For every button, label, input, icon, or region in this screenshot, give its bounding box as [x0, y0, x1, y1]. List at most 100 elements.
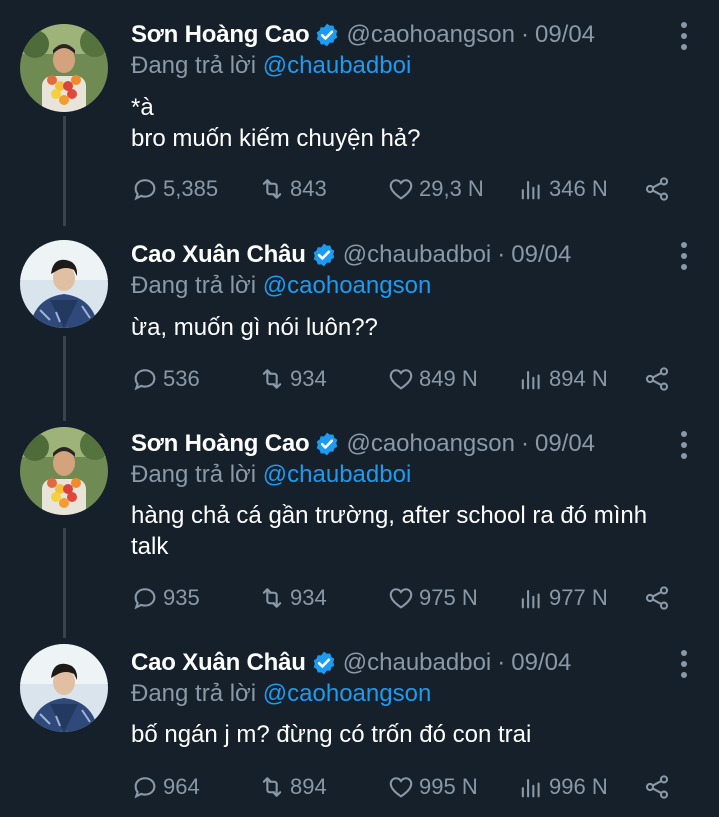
- verified-badge-icon: [314, 22, 340, 48]
- retweet-count: 894: [290, 774, 327, 799]
- reply-count: 964: [163, 774, 200, 799]
- heart-icon: [389, 179, 413, 200]
- tweet-text-line: hàng chả cá gần trường, after school ra …: [131, 502, 648, 529]
- tweet-text-line: bro muốn kiếm chuyện hả?: [131, 125, 421, 152]
- tweet-date[interactable]: 09/04: [535, 430, 595, 458]
- views-button[interactable]: 996 N: [517, 772, 608, 802]
- avatar[interactable]: [20, 240, 108, 328]
- son-avatar-image: [20, 24, 108, 112]
- verified-badge-icon: [311, 650, 337, 676]
- reply-button[interactable]: 536: [131, 364, 200, 394]
- tweet-date[interactable]: 09/04: [511, 649, 571, 677]
- reply-button[interactable]: 5,385: [131, 174, 218, 204]
- retweet-icon: [262, 179, 282, 199]
- share-button[interactable]: [643, 583, 675, 613]
- mention-link[interactable]: @caohoangson: [263, 680, 432, 707]
- like-button[interactable]: 975 N: [387, 583, 478, 613]
- separator-dot: ·: [520, 430, 529, 457]
- retweet-button[interactable]: 934: [258, 364, 327, 394]
- tweet[interactable]: Sơn Hoàng Cao @caohoangson · 09/04 Đang …: [0, 427, 719, 629]
- mention-link[interactable]: @chaubadboi: [263, 52, 411, 79]
- more-options-icon[interactable]: [679, 22, 689, 50]
- more-options-icon[interactable]: [679, 242, 689, 270]
- share-icon: [645, 177, 669, 201]
- retweet-icon: [262, 588, 282, 608]
- mention-link[interactable]: @chaubadboi: [263, 461, 411, 488]
- avatar[interactable]: [20, 644, 108, 732]
- reply-thread: Sơn Hoàng Cao @caohoangson · 09/04 Đang …: [0, 0, 719, 817]
- share-button[interactable]: [643, 772, 675, 802]
- retweet-icon: [262, 369, 282, 389]
- replying-to: Đang trả lời @chaubadboi: [131, 52, 411, 80]
- heart-icon: [389, 588, 413, 609]
- share-button[interactable]: [643, 174, 675, 204]
- mention-link[interactable]: @caohoangson: [263, 272, 432, 299]
- reply-button[interactable]: 935: [131, 583, 200, 613]
- retweet-button[interactable]: 934: [258, 583, 327, 613]
- reply-icon: [134, 179, 156, 201]
- replying-prefix: Đang trả lời: [131, 461, 257, 488]
- action-bar: 5,385 843 29,3 N 346 N: [131, 174, 691, 204]
- replying-prefix: Đang trả lời: [131, 52, 257, 79]
- tweet[interactable]: Cao Xuân Châu @chaubadboi · 09/04 Đang t…: [0, 240, 719, 410]
- views-icon: [521, 180, 540, 200]
- like-button[interactable]: 29,3 N: [387, 174, 484, 204]
- display-name[interactable]: Sơn Hoàng Cao: [131, 21, 310, 49]
- verified-badge-icon: [314, 431, 340, 457]
- more-options-icon[interactable]: [679, 650, 689, 678]
- tweet-text-line: ừa, muốn gì nói luôn??: [131, 314, 378, 341]
- retweet-button[interactable]: 894: [258, 772, 327, 802]
- handle[interactable]: @caohoangson: [346, 21, 515, 49]
- views-icon: [521, 370, 540, 390]
- tweet-date[interactable]: 09/04: [511, 241, 571, 269]
- like-count: 995 N: [419, 774, 478, 799]
- share-icon: [645, 775, 669, 799]
- tweet-header: Sơn Hoàng Cao @caohoangson · 09/04: [131, 20, 595, 50]
- more-options-icon[interactable]: [679, 431, 689, 459]
- handle[interactable]: @caohoangson: [346, 430, 515, 458]
- views-icon: [521, 778, 540, 798]
- tweet[interactable]: Sơn Hoàng Cao @caohoangson · 09/04 Đang …: [0, 20, 719, 210]
- heart-icon: [389, 777, 413, 798]
- chau-avatar-image: [20, 644, 108, 732]
- avatar[interactable]: [20, 24, 108, 112]
- views-count: 894 N: [549, 366, 608, 391]
- tweet-text: bố ngán j m? đừng có trốn đó con trai: [131, 719, 701, 750]
- replying-prefix: Đang trả lời: [131, 272, 257, 299]
- share-button[interactable]: [643, 364, 675, 394]
- heart-icon: [389, 369, 413, 390]
- reply-button[interactable]: 964: [131, 772, 200, 802]
- handle[interactable]: @chaubadboi: [343, 241, 491, 269]
- handle[interactable]: @chaubadboi: [343, 649, 491, 677]
- tweet-date[interactable]: 09/04: [535, 21, 595, 49]
- replying-prefix: Đang trả lời: [131, 680, 257, 707]
- display-name[interactable]: Sơn Hoàng Cao: [131, 430, 310, 458]
- like-count: 29,3 N: [419, 176, 484, 201]
- views-button[interactable]: 346 N: [517, 174, 608, 204]
- tweet[interactable]: Cao Xuân Châu @chaubadboi · 09/04 Đang t…: [0, 644, 719, 813]
- views-button[interactable]: 894 N: [517, 364, 608, 394]
- tweet-text-line: *à: [131, 94, 154, 121]
- like-count: 849 N: [419, 366, 478, 391]
- views-button[interactable]: 977 N: [517, 583, 608, 613]
- views-count: 346 N: [549, 176, 608, 201]
- share-icon: [645, 367, 669, 391]
- tweet-text: hàng chả cá gần trường, after school ra …: [131, 500, 701, 562]
- retweet-count: 934: [290, 366, 327, 391]
- action-bar: 935 934 975 N 977 N: [131, 583, 691, 613]
- reply-icon: [134, 369, 156, 391]
- tweet-text: *à bro muốn kiếm chuyện hả?: [131, 92, 701, 154]
- chau-avatar-image: [20, 240, 108, 328]
- retweet-count: 934: [290, 585, 327, 610]
- son-avatar-image: [20, 427, 108, 515]
- like-button[interactable]: 995 N: [387, 772, 478, 802]
- display-name[interactable]: Cao Xuân Châu: [131, 649, 306, 677]
- like-button[interactable]: 849 N: [387, 364, 478, 394]
- reply-count: 5,385: [163, 176, 219, 201]
- avatar[interactable]: [20, 427, 108, 515]
- verified-badge-icon: [311, 242, 337, 268]
- retweet-button[interactable]: 843: [258, 174, 327, 204]
- separator-dot: ·: [520, 21, 529, 48]
- display-name[interactable]: Cao Xuân Châu: [131, 241, 306, 269]
- views-count: 977 N: [549, 585, 608, 610]
